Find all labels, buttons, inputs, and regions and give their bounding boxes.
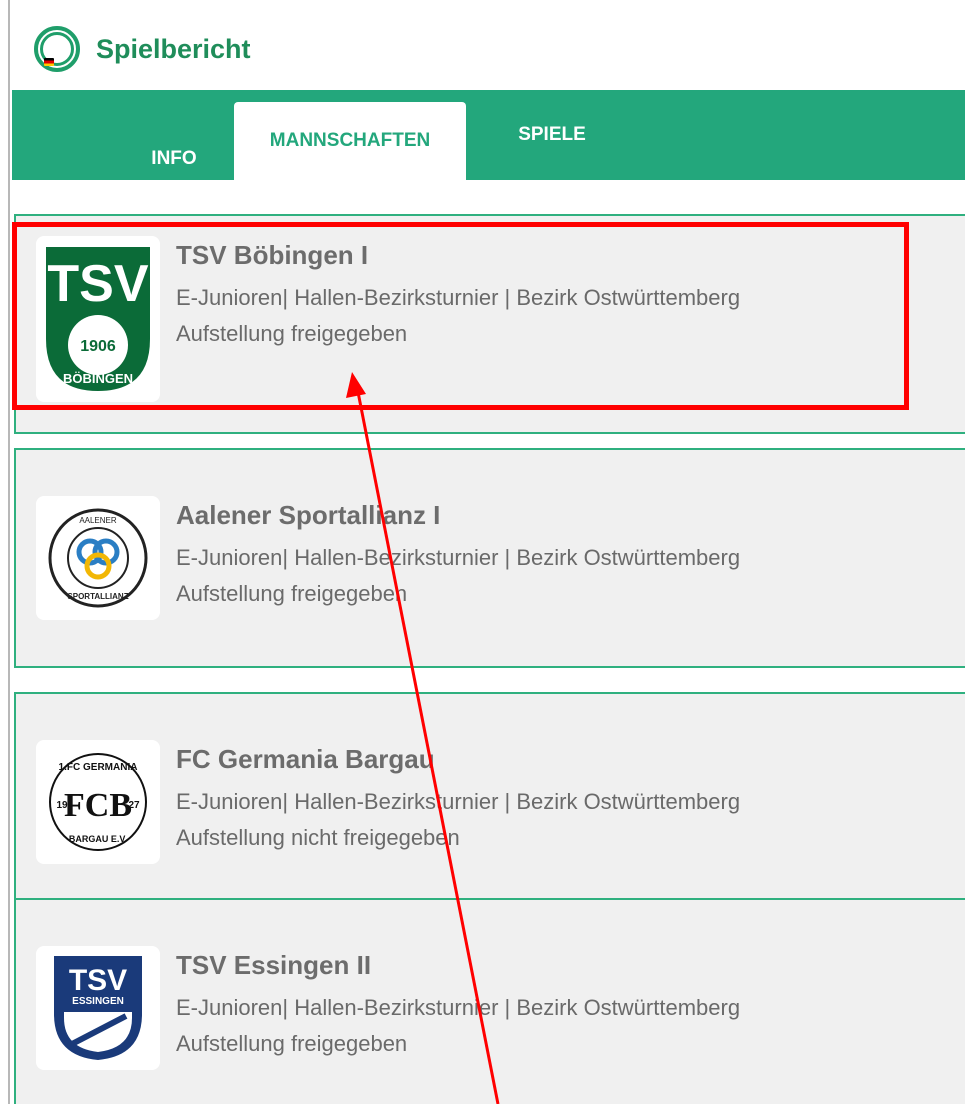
crest-year: 1906: [80, 338, 116, 355]
crest-text-big: TSV: [47, 255, 148, 313]
page-title: Spielbericht: [96, 33, 251, 64]
tsv-essingen-crest-icon: TSV ESSINGEN: [54, 956, 142, 1060]
team-card[interactable]: AALENER SPORTALLIANZ Aalener Sportallian…: [14, 448, 965, 668]
team-meta: E-Junioren| Hallen-Bezirksturnier | Bezi…: [176, 285, 741, 310]
crest-top-text: 1.FC GERMANIA: [59, 762, 138, 773]
crest-right-text: 27: [128, 800, 140, 811]
aalener-sportallianz-crest-icon: AALENER SPORTALLIANZ: [48, 508, 148, 608]
crest-sub-text: ESSINGEN: [72, 996, 124, 1007]
crest-bottom-text: BARGAU E.V.: [69, 834, 127, 844]
dfb-logo-icon: [34, 26, 80, 72]
tab-mannschaften[interactable]: MANNSCHAFTEN: [234, 102, 466, 180]
crest-center-text: FCB: [64, 787, 132, 824]
team-name: TSV Böbingen I: [176, 240, 369, 270]
team-name: TSV Essingen II: [176, 950, 372, 980]
tab-bar: INFO MANNSCHAFTEN SPIELE: [12, 90, 965, 180]
flag-icon: [44, 58, 54, 66]
lineup-status: Aufstellung freigegeben: [176, 321, 408, 346]
team-crest-icon: TSV 1906 BÖBINGEN: [36, 236, 160, 402]
left-border-line: [8, 0, 10, 1104]
team-info: TSV Essingen II E-Junioren| Hallen-Bezir…: [176, 950, 740, 1057]
crest-bottom-text: SPORTALLIANZ: [67, 592, 128, 601]
lineup-status: Aufstellung freigegeben: [176, 581, 408, 606]
lineup-status: Aufstellung freigegeben: [176, 1031, 408, 1056]
team-crest-icon: 1.FC GERMANIA FCB 19 27 BARGAU E.V.: [36, 740, 160, 864]
germania-bargau-crest-icon: 1.FC GERMANIA FCB 19 27 BARGAU E.V.: [49, 753, 147, 851]
team-meta: E-Junioren| Hallen-Bezirksturnier | Bezi…: [176, 789, 741, 814]
team-meta: E-Junioren| Hallen-Bezirksturnier | Bezi…: [176, 545, 741, 570]
team-card[interactable]: TSV 1906 BÖBINGEN TSV Böbingen I E-Junio…: [14, 214, 965, 434]
crest-arc-text: BÖBINGEN: [63, 371, 133, 386]
tab-info[interactable]: INFO: [126, 114, 222, 204]
team-info: FC Germania Bargau E-Junioren| Hallen-Be…: [176, 744, 740, 851]
app-header: Spielbericht: [12, 8, 965, 90]
crest-left-text: 19: [56, 800, 68, 811]
team-crest-icon: TSV ESSINGEN: [36, 946, 160, 1070]
team-meta: E-Junioren| Hallen-Bezirksturnier | Bezi…: [176, 995, 741, 1020]
team-card[interactable]: TSV ESSINGEN TSV Essingen II E-Junioren|…: [14, 898, 965, 1104]
team-card[interactable]: 1.FC GERMANIA FCB 19 27 BARGAU E.V. FC G…: [14, 692, 965, 912]
crest-text-big: TSV: [69, 964, 127, 997]
team-name: FC Germania Bargau: [176, 744, 435, 774]
tab-spiele[interactable]: SPIELE: [492, 90, 612, 180]
lineup-status: Aufstellung nicht freigegeben: [176, 825, 460, 850]
crest-top-text: AALENER: [79, 516, 117, 525]
team-crest-icon: AALENER SPORTALLIANZ: [36, 496, 160, 620]
team-name: Aalener Sportallianz I: [176, 500, 441, 530]
tsv-boebingen-crest-icon: TSV 1906 BÖBINGEN: [46, 247, 150, 391]
team-info: Aalener Sportallianz I E-Junioren| Halle…: [176, 500, 740, 607]
team-info: TSV Böbingen I E-Junioren| Hallen-Bezirk…: [176, 240, 740, 347]
